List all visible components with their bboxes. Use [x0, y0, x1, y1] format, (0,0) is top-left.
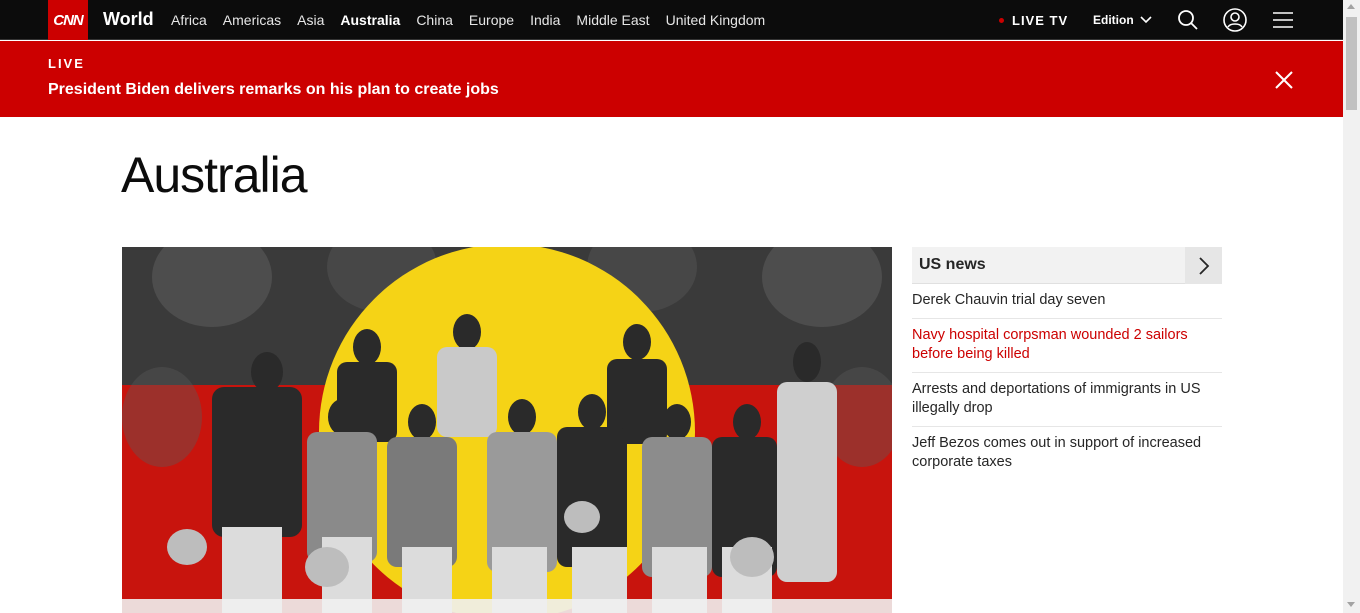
nav-link-middle-east[interactable]: Middle East [576, 12, 649, 28]
page-title: Australia [121, 147, 308, 203]
sidebar-news-item[interactable]: Derek Chauvin trial day seven [912, 284, 1222, 319]
nav-link-india[interactable]: India [530, 12, 560, 28]
live-headline[interactable]: President Biden delivers remarks on his … [48, 81, 499, 99]
account-icon[interactable] [1223, 8, 1247, 32]
cnn-logo[interactable]: CNN [48, 0, 88, 40]
sidebar-news-item[interactable]: Navy hospital corpsman wounded 2 sailors… [912, 319, 1222, 373]
sidebar-next-button[interactable] [1185, 247, 1222, 284]
sidebar-title: US news [919, 256, 986, 273]
hero-caption-bar [122, 599, 892, 613]
page-scrollbar[interactable] [1343, 0, 1360, 613]
scroll-down-icon[interactable] [1347, 602, 1355, 607]
sidebar-news-item[interactable]: Jeff Bezos comes out in support of incre… [912, 427, 1222, 480]
sidebar-news-item[interactable]: Arrests and deportations of immigrants i… [912, 373, 1222, 427]
live-tv-button[interactable]: LIVE TV [999, 13, 1068, 28]
hero-image[interactable] [122, 247, 892, 613]
section-title[interactable]: World [103, 9, 154, 30]
scroll-up-icon[interactable] [1347, 4, 1355, 9]
nav-link-china[interactable]: China [416, 12, 453, 28]
live-label: LIVE [48, 56, 85, 71]
live-dot-icon [999, 18, 1004, 23]
nav-links: Africa Americas Asia Australia China Eur… [171, 12, 781, 28]
live-tv-label: LIVE TV [1012, 13, 1069, 28]
edition-label: Edition [1093, 13, 1134, 27]
nav-link-united-kingdom[interactable]: United Kingdom [666, 12, 766, 28]
menu-icon[interactable] [1271, 8, 1295, 32]
edition-dropdown[interactable]: Edition [1093, 13, 1152, 27]
live-banner[interactable]: LIVE President Biden delivers remarks on… [0, 41, 1343, 117]
nav-link-africa[interactable]: Africa [171, 12, 207, 28]
nav-link-europe[interactable]: Europe [469, 12, 514, 28]
top-nav: CNN World Africa Americas Asia Australia… [0, 0, 1343, 40]
close-icon[interactable] [1272, 68, 1296, 92]
scrollbar-thumb[interactable] [1346, 17, 1357, 110]
chevron-down-icon [1140, 16, 1152, 24]
search-icon[interactable] [1176, 8, 1200, 32]
hero-illustration [122, 247, 892, 613]
chevron-right-icon [1198, 256, 1209, 275]
us-news-sidebar: US news Derek Chauvin trial day seven Na… [912, 247, 1222, 480]
nav-link-australia[interactable]: Australia [340, 12, 400, 28]
logo-text: CNN [53, 11, 83, 29]
nav-link-americas[interactable]: Americas [223, 12, 281, 28]
sidebar-header[interactable]: US news [912, 247, 1222, 284]
nav-link-asia[interactable]: Asia [297, 12, 324, 28]
